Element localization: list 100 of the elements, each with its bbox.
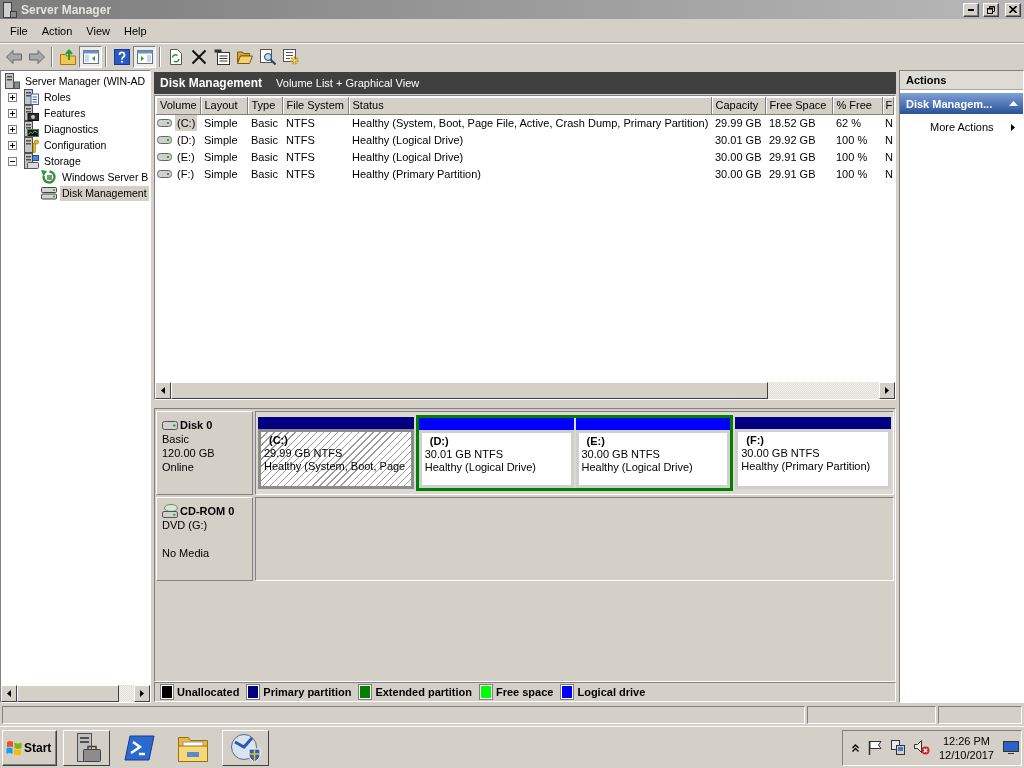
expand-icon[interactable] — [8, 108, 17, 118]
horizontal-scrollbar[interactable] — [1, 685, 150, 702]
partition-label: (E:) — [585, 435, 606, 448]
column-header[interactable]: Layout — [200, 97, 247, 114]
menu-item[interactable]: Action — [34, 21, 80, 41]
left-pane-window-icon — [82, 48, 99, 65]
flag-icon[interactable] — [867, 740, 882, 755]
table-cell-text: 100 % — [835, 132, 869, 148]
restore-button[interactable] — [983, 2, 999, 17]
scroll-right-button[interactable] — [879, 382, 895, 399]
table-cell-text: N — [884, 149, 894, 165]
drive-icon — [157, 152, 172, 161]
partition-status: Healthy (Logical Drive) — [424, 461, 537, 474]
scrollbar-thumb[interactable] — [171, 382, 768, 399]
tree-item[interactable]: Configuration — [42, 137, 109, 153]
table-cell: Healthy (System, Boot, Page File, Active, Crash Dump, Primary Partition) — [348, 114, 711, 131]
server-tools-icon — [23, 137, 39, 153]
column-header[interactable]: Free Space — [765, 97, 832, 114]
show-hide-tree-button[interactable] — [79, 45, 102, 68]
menu-item[interactable]: Help — [116, 21, 154, 41]
menu-item[interactable]: View — [79, 21, 117, 41]
table-cell-text: 30.00 GB — [714, 149, 763, 165]
table-cell-text: Simple — [203, 149, 239, 165]
right-pane-window-icon — [136, 48, 153, 65]
legend-label: Logical drive — [577, 686, 646, 698]
tree-item[interactable]: Disk Management — [60, 185, 149, 201]
start-button[interactable]: Start — [2, 729, 57, 766]
minimize-icon — [968, 8, 974, 11]
partition-status: Healthy (Primary Partition) — [741, 460, 872, 473]
tree-item[interactable]: Diagnostics — [42, 121, 101, 137]
drive-icon — [157, 118, 172, 127]
tree-item[interactable]: Server Manager (WIN-AD — [23, 73, 148, 89]
caret-up-icon — [1009, 101, 1018, 106]
partition-size: 29.99 GB NTFS — [264, 447, 344, 460]
table-cell-text: Healthy (Primary Partition) — [351, 166, 482, 182]
tree-item[interactable]: Roles — [42, 89, 73, 105]
minimize-button[interactable] — [963, 2, 979, 17]
legend-label: Free space — [495, 686, 554, 698]
column-header[interactable]: Type — [247, 97, 282, 114]
tree-item[interactable]: Features — [42, 105, 88, 121]
show-desktop-icon[interactable] — [1003, 741, 1019, 754]
disk-status: Online — [162, 460, 195, 474]
cross-icon — [190, 48, 207, 65]
partition-box[interactable]: (E:) 30.00 GB NTFS Healthy (Logical Drive) — [575, 430, 731, 488]
table-cell-text: 29.91 GB — [768, 149, 817, 165]
menu-item[interactable]: File — [3, 21, 35, 41]
table-cell-text: 30.00 GB — [714, 166, 763, 182]
drive-letter-label[interactable]: (D:) — [175, 131, 198, 148]
legend-label: Extended partition — [375, 686, 472, 698]
terminal-icon — [124, 732, 155, 763]
action-section-header[interactable]: Disk Managem... — [900, 93, 1023, 114]
show-hide-action-pane-button[interactable] — [133, 45, 156, 68]
expand-icon[interactable] — [8, 92, 17, 102]
horizontal-scrollbar[interactable] — [155, 382, 895, 399]
column-header[interactable]: File System — [282, 97, 348, 114]
speaker-muted-icon[interactable] — [913, 740, 930, 755]
caret-left-icon — [7, 690, 11, 697]
partition-box[interactable]: (D:) 30.01 GB NTFS Healthy (Logical Drive) — [418, 430, 574, 488]
disk-name: CD-ROM 0 — [180, 504, 235, 518]
backup-button[interactable] — [222, 729, 269, 766]
table-cell-text: 30.01 GB — [714, 132, 763, 148]
double-caret-up-icon[interactable] — [851, 743, 859, 752]
partition-box[interactable]: (C:) 29.99 GB NTFS Healthy (System, Boot, Page — [258, 429, 414, 489]
drive-letter-label[interactable]: (E:) — [175, 148, 197, 165]
action-item[interactable]: More Actions — [900, 117, 1023, 137]
server-manager-button[interactable] — [63, 729, 110, 766]
table-cell: 29.99 GB — [711, 114, 765, 131]
server-box-icon — [23, 105, 39, 121]
partition-label: (F:) — [745, 434, 765, 447]
clock-shield-icon — [230, 732, 261, 763]
scroll-left-button[interactable] — [155, 382, 171, 399]
partition-status: Healthy (System, Boot, Page — [264, 460, 407, 473]
back-arrow-icon — [5, 48, 22, 65]
close-button[interactable] — [1005, 2, 1021, 17]
drive-letter-label[interactable]: (F:) — [175, 165, 197, 182]
column-header[interactable]: Capacity — [711, 97, 765, 114]
table-cell-text: 29.92 GB — [768, 132, 817, 148]
column-header[interactable]: % Free — [832, 97, 882, 114]
tree-item[interactable]: Storage — [42, 153, 83, 169]
scroll-left-button[interactable] — [1, 685, 17, 702]
tree-item[interactable]: Windows Server B — [60, 169, 150, 185]
scroll-right-button[interactable] — [134, 685, 150, 702]
column-header[interactable]: Status — [348, 97, 711, 114]
column-header[interactable]: Volume — [156, 97, 200, 114]
table-cell: Basic — [247, 114, 282, 131]
server-document-icon — [23, 89, 39, 105]
partition-box[interactable]: (F:) 30.00 GB NTFS Healthy (Primary Partition) — [735, 429, 891, 489]
collapse-icon[interactable] — [8, 156, 17, 166]
partition-size: 30.00 GB NTFS — [741, 447, 821, 460]
column-header[interactable]: F — [882, 97, 894, 114]
expand-icon[interactable] — [8, 140, 17, 150]
table-cell-text: Simple — [203, 132, 239, 148]
document-gear-icon — [282, 48, 299, 65]
table-cell-text: 100 % — [835, 149, 869, 165]
table-cell-text: Basic — [250, 166, 279, 182]
scrollbar-thumb[interactable] — [17, 685, 119, 702]
clock-date: 12/10/2017 — [938, 747, 994, 762]
waving-flag-icon — [6, 740, 22, 755]
expand-icon[interactable] — [8, 124, 17, 134]
network-icon[interactable] — [890, 740, 905, 755]
